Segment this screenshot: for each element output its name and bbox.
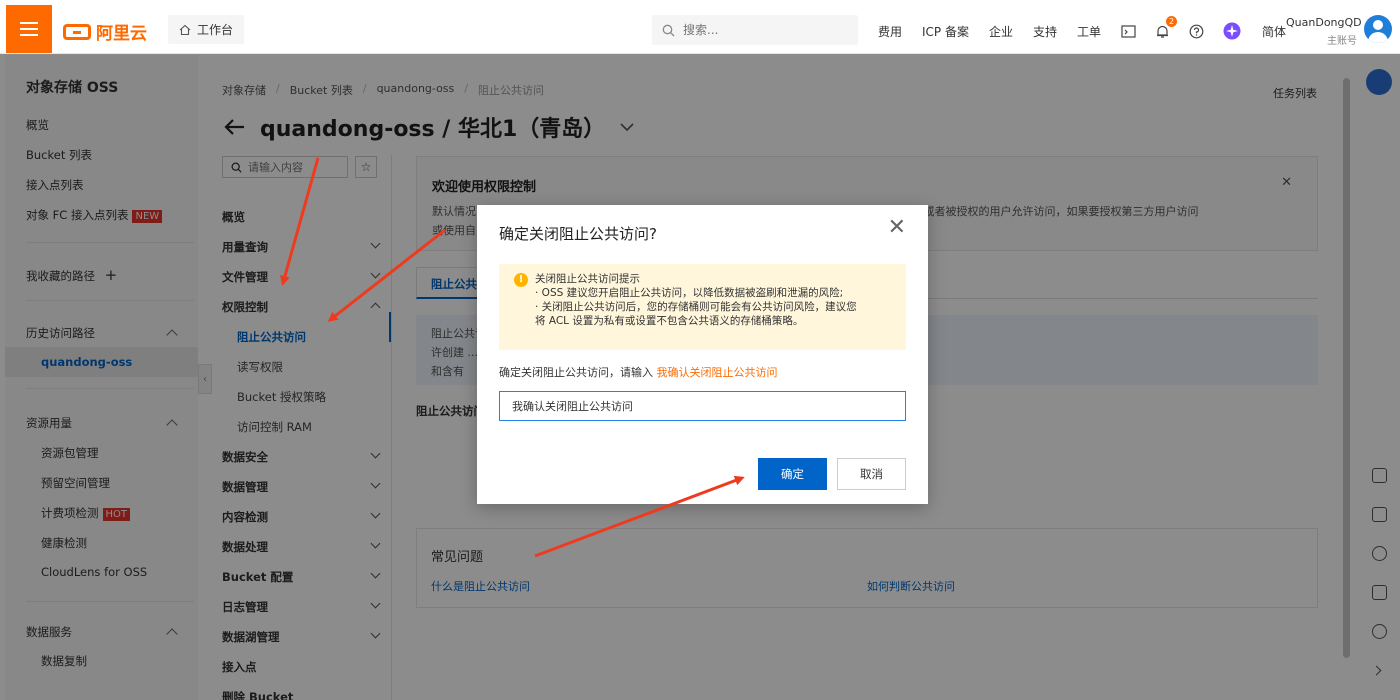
home-icon [179, 24, 191, 35]
search-icon [662, 24, 675, 36]
user-role: 主账号 [1327, 36, 1357, 47]
nav-enterprise[interactable]: 企业 [989, 23, 1013, 40]
nav-billing[interactable]: 费用 [878, 23, 902, 40]
help-icon[interactable] [1189, 24, 1204, 39]
warning-title: 关闭阻止公共访问提示 [535, 273, 640, 285]
confirm-hint: 确定关闭阻止公共访问，请输入 我确认关闭阻止公共访问 [499, 366, 778, 379]
nav-support[interactable]: 支持 [1033, 23, 1057, 40]
avatar[interactable] [1364, 15, 1392, 43]
confirm-keyword: 我确认关闭阻止公共访问 [656, 366, 778, 379]
menu-icon[interactable] [6, 5, 52, 53]
nav-icp[interactable]: ICP 备案 [922, 23, 969, 40]
nav-ticket[interactable]: 工单 [1077, 23, 1101, 40]
logo-mark-icon [63, 23, 91, 40]
ai-assistant-icon[interactable] [1223, 22, 1241, 40]
confirm-text-input[interactable] [499, 391, 906, 421]
global-search[interactable] [652, 15, 858, 45]
global-search-input[interactable] [683, 23, 843, 37]
top-bar: 阿里云 工作台 费用 ICP 备案 企业 支持 工单 2 简体 QuanDong… [0, 0, 1400, 54]
aliyun-logo[interactable]: 阿里云 [63, 19, 147, 44]
terminal-icon[interactable] [1121, 24, 1136, 39]
cancel-button[interactable]: 取消 [837, 458, 906, 490]
top-nav-links: 费用 ICP 备案 企业 支持 工单 2 简体 [878, 16, 1306, 40]
close-icon[interactable]: ✕ [888, 217, 906, 239]
warning-icon: ! [514, 273, 528, 287]
user-name: QuanDongQD [1286, 16, 1362, 29]
confirm-dialog: 确定关闭阻止公共访问? ✕ ! 关闭阻止公共访问提示 · OSS 建议您开启阻止… [477, 205, 928, 504]
confirm-button[interactable]: 确定 [758, 458, 827, 490]
notification-badge: 2 [1165, 16, 1178, 27]
dialog-title: 确定关闭阻止公共访问? [499, 225, 657, 243]
language-switch[interactable]: 简体 [1262, 23, 1286, 40]
bell-icon[interactable]: 2 [1155, 16, 1178, 39]
warning-box: ! 关闭阻止公共访问提示 · OSS 建议您开启阻止公共访问，以降低数据被盗刷和… [499, 264, 906, 350]
workbench-button[interactable]: 工作台 [168, 15, 244, 44]
user-info[interactable]: QuanDongQD 主账号 [1286, 16, 1362, 47]
